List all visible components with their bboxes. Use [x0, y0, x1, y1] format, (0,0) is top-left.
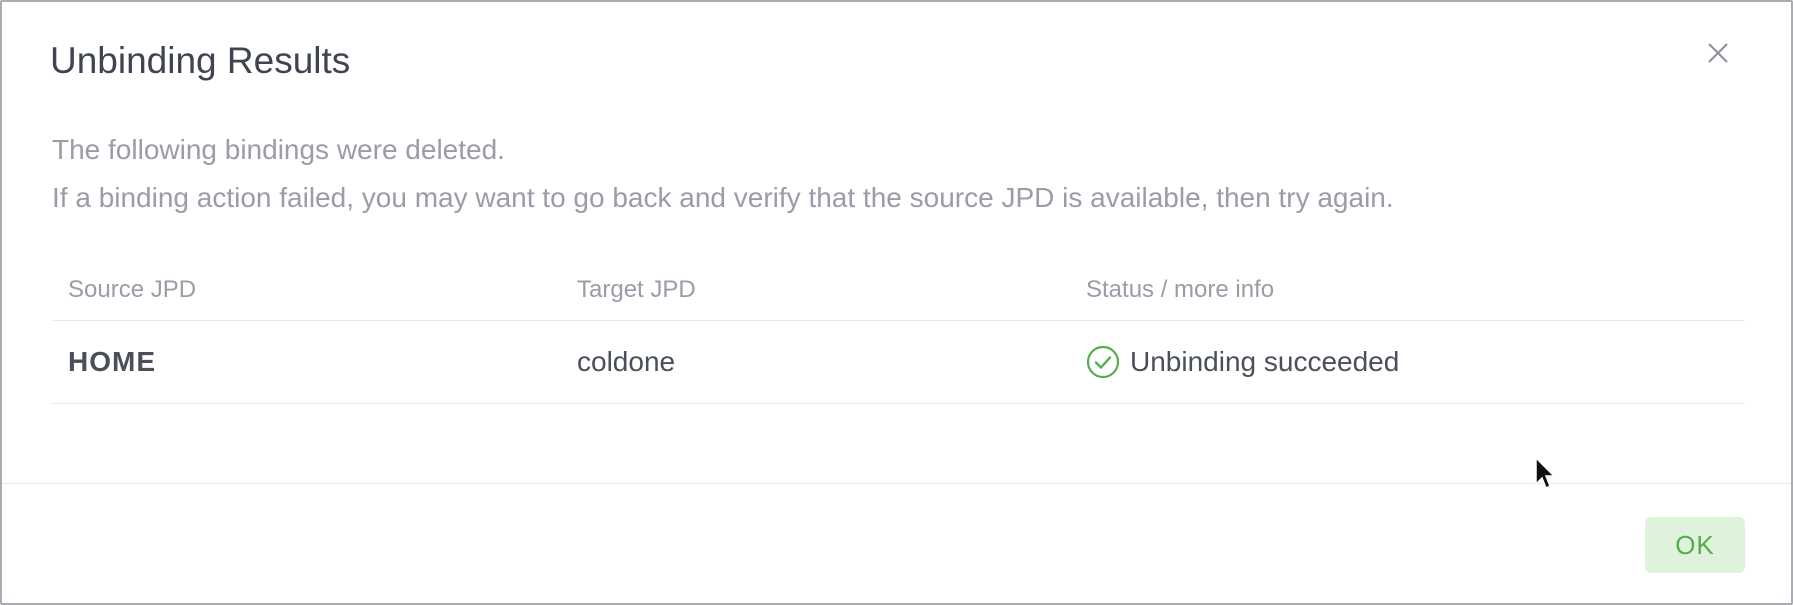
description-line-2: If a binding action failed, you may want… — [52, 182, 1394, 213]
header-target-jpd: Target JPD — [577, 276, 696, 303]
status-text: Unbinding succeeded — [1130, 346, 1400, 377]
dialog-header: Unbinding Results — [50, 36, 1743, 86]
table-row: HOME coldone Unbinding succeeded — [52, 321, 1745, 404]
ok-button[interactable]: OK — [1645, 517, 1745, 573]
dialog-description: The following bindings were deleted. If … — [52, 126, 1743, 222]
mouse-pointer-icon — [1535, 456, 1556, 490]
description-line-1: The following bindings were deleted. — [52, 134, 505, 165]
header-source-jpd: Source JPD — [68, 276, 197, 303]
results-table: Source JPD Target JPD Status / more info… — [52, 260, 1745, 404]
table-header: Source JPD Target JPD Status / more info — [52, 260, 1745, 321]
close-icon — [1708, 43, 1728, 63]
header-status: Status / more info — [1086, 276, 1275, 303]
check-circle-icon — [1086, 345, 1120, 379]
cell-source-jpd: HOME — [68, 346, 156, 377]
cell-target-jpd: coldone — [577, 346, 676, 377]
dialog-title: Unbinding Results — [50, 40, 351, 81]
close-button[interactable] — [1703, 38, 1733, 68]
footer-divider — [2, 483, 1791, 484]
unbinding-results-dialog: Unbinding Results The following bindings… — [0, 0, 1793, 605]
cell-status: Unbinding succeeded — [1070, 345, 1745, 379]
